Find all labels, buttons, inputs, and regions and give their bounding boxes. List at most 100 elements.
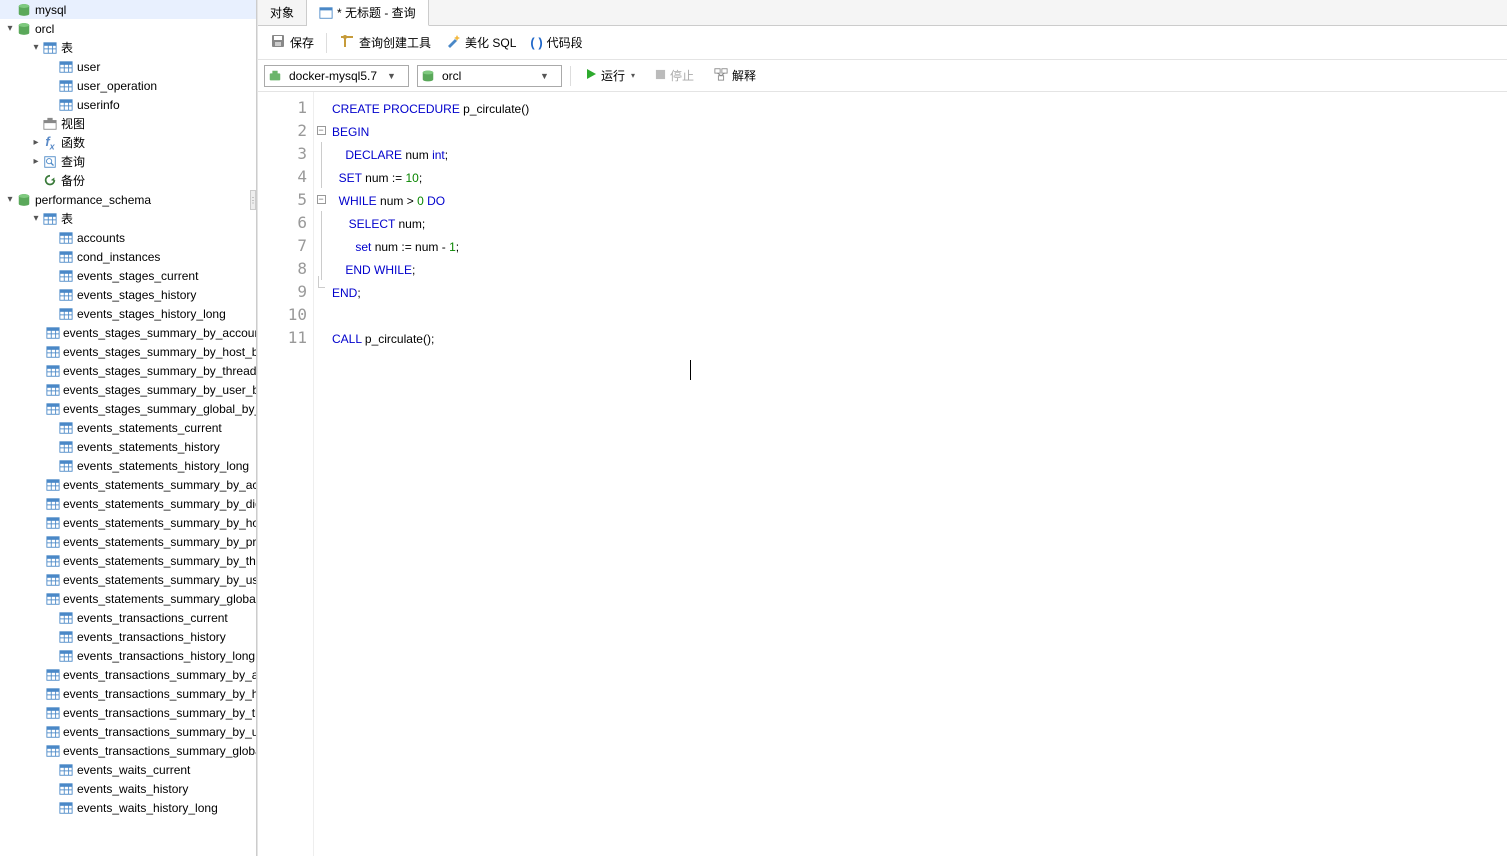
fold-marker[interactable]: − [314, 119, 328, 142]
table-item[interactable]: events_statements_history [0, 437, 256, 456]
table-item[interactable]: events_statements_summary_by_thread_by_e… [0, 551, 256, 570]
table-item[interactable]: events_transactions_summary_by_account_b… [0, 665, 256, 684]
stop-button[interactable]: 停止 [649, 64, 700, 87]
expand-arrow[interactable]: ▸ [30, 137, 42, 148]
table-item[interactable]: events_stages_summary_by_host_by_event_n… [0, 342, 256, 361]
table-item[interactable]: events_statements_summary_by_program [0, 532, 256, 551]
table-item[interactable]: events_statements_summary_global_by_even… [0, 589, 256, 608]
table-icon [46, 534, 60, 550]
folder-table-icon [42, 211, 58, 227]
beautify-sql-button[interactable]: 美化 SQL [439, 30, 522, 55]
expand-arrow[interactable]: ▸ [30, 156, 42, 167]
line-number: 9 [258, 280, 313, 303]
expand-arrow[interactable]: ▾ [30, 42, 42, 53]
folder-item-table[interactable]: ▾表 [0, 209, 256, 228]
tree-item-label: events_transactions_summary_by_user_by_e… [63, 725, 256, 739]
table-item[interactable]: events_statements_summary_by_host_by_eve… [0, 513, 256, 532]
expand-arrow[interactable]: ▾ [30, 213, 42, 224]
code-line[interactable] [332, 303, 529, 326]
table-item[interactable]: events_stages_current [0, 266, 256, 285]
table-item[interactable]: events_statements_summary_by_digest [0, 494, 256, 513]
code-content[interactable]: CREATE PROCEDURE p_circulate()BEGIN DECL… [328, 92, 529, 856]
expand-arrow[interactable]: ▾ [4, 194, 16, 205]
table-item[interactable]: events_transactions_summary_by_thread_by… [0, 703, 256, 722]
tab-objects[interactable]: 对象 [258, 0, 307, 25]
code-line[interactable]: END; [332, 280, 529, 303]
table-item[interactable]: events_stages_history_long [0, 304, 256, 323]
expand-arrow[interactable]: ▾ [4, 23, 16, 34]
table-icon [58, 287, 74, 303]
table-item[interactable]: cond_instances [0, 247, 256, 266]
folder-item-table[interactable]: ▾表 [0, 38, 256, 57]
table-item[interactable]: events_stages_summary_by_thread_by_event… [0, 361, 256, 380]
explain-button[interactable]: 解释 [708, 64, 762, 87]
table-icon [46, 496, 60, 512]
folder-item-query[interactable]: ▸查询 [0, 152, 256, 171]
database-select[interactable]: orcl ▼ [417, 65, 562, 87]
table-item[interactable]: events_transactions_current [0, 608, 256, 627]
table-item[interactable]: user_operation [0, 76, 256, 95]
table-item[interactable]: events_transactions_history_long [0, 646, 256, 665]
run-button[interactable]: 运行 ▾ [579, 64, 641, 87]
table-item[interactable]: events_transactions_summary_global_by_ev… [0, 741, 256, 760]
save-button[interactable]: 保存 [264, 30, 320, 55]
table-item[interactable]: events_statements_summary_by_user_by_eve… [0, 570, 256, 589]
code-line[interactable]: set num := num - 1; [332, 234, 529, 257]
database-item[interactable]: mysql [0, 0, 256, 19]
table-item[interactable]: events_stages_summary_global_by_event_na… [0, 399, 256, 418]
splitter-handle[interactable]: ⋮ [250, 190, 256, 210]
table-item[interactable]: events_waits_history_long [0, 798, 256, 817]
tree-item-label: 表 [61, 210, 73, 227]
tree-item-label: orcl [35, 22, 54, 36]
database-item[interactable]: ▾ orcl [0, 19, 256, 38]
table-item[interactable]: events_statements_summary_by_account_by_… [0, 475, 256, 494]
table-item[interactable]: events_waits_history [0, 779, 256, 798]
text-cursor [690, 360, 691, 380]
code-line[interactable]: CREATE PROCEDURE p_circulate() [332, 96, 529, 119]
tree-view[interactable]: mysql▾orcl▾表useruser_operationuserinfo视图… [0, 0, 256, 856]
code-line[interactable]: WHILE num > 0 DO [332, 188, 529, 211]
table-item[interactable]: events_transactions_summary_by_host_by_e… [0, 684, 256, 703]
table-item[interactable]: events_stages_history [0, 285, 256, 304]
code-line[interactable]: SET num := 10; [332, 165, 529, 188]
table-item[interactable]: accounts [0, 228, 256, 247]
query-builder-button[interactable]: 查询创建工具 [333, 30, 437, 55]
code-line[interactable]: END WHILE; [332, 257, 529, 280]
table-item[interactable]: events_statements_current [0, 418, 256, 437]
code-line[interactable]: SELECT num; [332, 211, 529, 234]
table-item[interactable]: user [0, 57, 256, 76]
table-item[interactable]: events_statements_history_long [0, 456, 256, 475]
table-item[interactable]: events_transactions_summary_by_user_by_e… [0, 722, 256, 741]
folder-item-fx[interactable]: ▸fx函数 [0, 133, 256, 152]
code-editor[interactable]: 1234567891011 −− CREATE PROCEDURE p_circ… [258, 92, 1507, 856]
table-icon [58, 610, 74, 626]
fold-marker [314, 96, 328, 119]
code-line[interactable]: BEGIN [332, 119, 529, 142]
save-icon [270, 33, 286, 52]
tree-item-label: events_stages_summary_by_account_by_even… [63, 326, 256, 340]
fold-gutter[interactable]: −− [314, 92, 328, 856]
table-item[interactable]: events_transactions_history [0, 627, 256, 646]
table-item[interactable]: events_stages_summary_by_account_by_even… [0, 323, 256, 342]
fold-marker[interactable]: − [314, 188, 328, 211]
table-item[interactable]: userinfo [0, 95, 256, 114]
database-item[interactable]: ▾ performance_schema [0, 190, 256, 209]
folder-fx-icon: fx [42, 135, 58, 151]
snippet-button[interactable]: ( ) 代码段 [524, 31, 588, 54]
connection-select[interactable]: docker-mysql5.7 ▼ [264, 65, 409, 87]
tree-item-label: performance_schema [35, 193, 151, 207]
tab-query[interactable]: * 无标题 - 查询 [307, 0, 429, 26]
folder-item-view[interactable]: 视图 [0, 114, 256, 133]
tree-item-label: events_waits_current [77, 763, 190, 777]
table-item[interactable]: events_waits_current [0, 760, 256, 779]
code-line[interactable]: CALL p_circulate(); [332, 326, 529, 349]
folder-query-icon [42, 154, 58, 170]
table-icon [58, 78, 74, 94]
query-bar: docker-mysql5.7 ▼ orcl ▼ 运行 ▾ 停止 解释 [258, 60, 1507, 92]
code-line[interactable]: DECLARE num int; [332, 142, 529, 165]
folder-item-backup[interactable]: 备份 [0, 171, 256, 190]
line-number: 1 [258, 96, 313, 119]
table-item[interactable]: events_stages_summary_by_user_by_event_n… [0, 380, 256, 399]
table-icon [46, 382, 60, 398]
builder-icon [339, 33, 355, 52]
